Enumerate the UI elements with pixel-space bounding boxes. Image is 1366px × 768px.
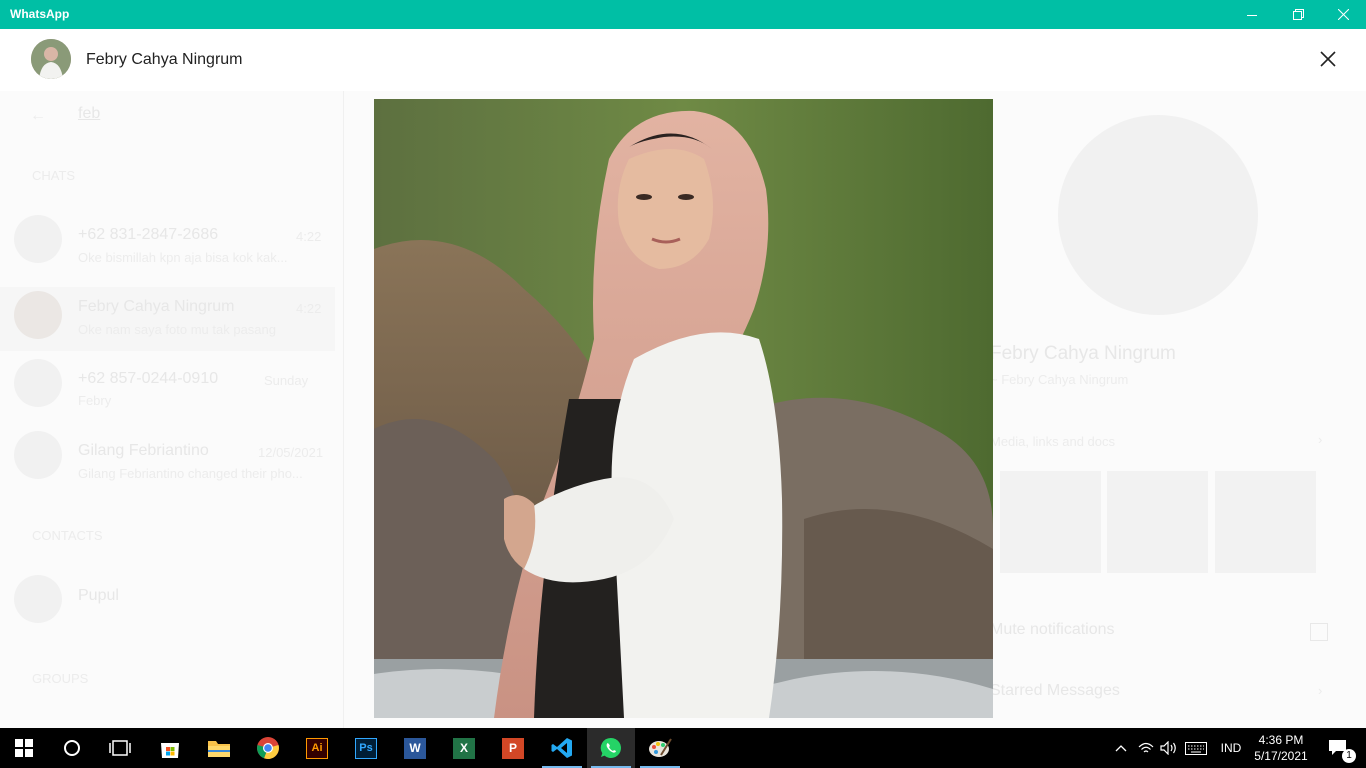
taskbar-photoshop[interactable]: Ps [342,728,390,768]
chat-preview: Gilang Febriantino changed their pho... [78,466,303,481]
chevron-right-icon: › [1318,683,1323,698]
chats-section-label: CHATS [32,168,76,183]
taskbar-excel[interactable]: X [440,728,488,768]
profile-subtitle: ~ Febry Cahya Ningrum [990,372,1129,387]
taskbar-illustrator[interactable]: Ai [293,728,341,768]
clock-time: 4:36 PM [1258,733,1304,747]
contact-name: Febry Cahya Ningrum [86,51,243,68]
close-icon [1320,51,1336,67]
chevron-up-icon [1115,745,1127,752]
clock[interactable]: 4:36 PM 5/17/2021 [1252,732,1310,764]
taskbar-whatsapp[interactable] [587,728,635,768]
task-view-button[interactable] [96,728,144,768]
taskbar-word[interactable]: W [391,728,439,768]
window-titlebar: WhatsApp [0,0,1366,29]
chat-name: +62 831-2847-2686 [78,226,219,243]
chat-time: 4:22 [296,301,322,316]
contact-name: Pupul [78,587,119,604]
folder-icon [208,741,230,757]
taskbar-powerpoint[interactable]: P [489,728,537,768]
chat-preview: Oke bismillah kpn aja bisa kok kak... [78,250,288,265]
chevron-right-icon: › [1318,432,1323,447]
network-button[interactable] [1134,728,1158,768]
media-viewer-header: Febry Cahya Ningrum [0,29,1366,91]
taskbar-chrome[interactable] [244,728,292,768]
powerpoint-icon: P [502,737,524,759]
volume-button[interactable] [1158,728,1180,768]
word-icon: W [404,737,426,759]
chat-name: +62 857-0244-0910 [78,370,219,387]
windows-start-icon [15,739,33,757]
chat-preview: Oke nam saya foto mu tak pasang [78,322,276,337]
profile-photo-image [374,99,993,718]
profile-name: Febry Cahya Ningrum [990,343,1176,364]
paint-icon [649,738,672,757]
touch-keyboard-button[interactable] [1182,728,1210,768]
wifi-icon [1138,742,1154,753]
contacts-section-label: CONTACTS [32,528,103,543]
clock-date: 5/17/2021 [1254,749,1308,763]
chat-time: Sunday [264,373,309,388]
groups-section-label: GROUPS [32,671,89,686]
close-icon [1337,9,1349,20]
windows-taskbar: Ai Ps W X P IND 4:36 PM 5/17/2021 1 [0,728,1366,768]
starred-messages-label[interactable]: Starred Messages [990,682,1120,700]
avatar-image [31,39,71,79]
search-button[interactable] [48,728,96,768]
contact-avatar [14,575,62,623]
window-title: WhatsApp [10,7,70,21]
taskbar-store[interactable] [146,728,194,768]
notification-badge: 1 [1342,749,1356,763]
keyboard-icon [1185,741,1207,755]
taskbar-paint[interactable] [636,728,684,768]
search-input[interactable]: feb [78,105,100,123]
contact-avatar[interactable] [31,39,71,79]
chat-avatar [14,431,62,479]
chat-time: 4:22 [296,229,322,244]
chat-preview: Febry [78,393,112,408]
chat-name: Gilang Febriantino [78,442,209,459]
volume-icon [1160,741,1176,755]
minimize-icon [1247,14,1257,16]
chrome-icon [257,737,279,760]
media-thumbnail[interactable] [1215,471,1316,573]
mute-notifications-label: Mute notifications [990,621,1115,638]
task-view-icon [109,740,131,756]
tray-overflow-button[interactable] [1110,728,1132,768]
action-center-button[interactable]: 1 [1318,728,1358,768]
whatsapp-icon [600,737,621,758]
vscode-icon [551,738,572,758]
chat-avatar [14,359,62,407]
chat-name: Febry Cahya Ningrum [78,298,235,315]
profile-photo [374,99,993,718]
window-close-button[interactable] [1320,0,1366,29]
close-viewer-button[interactable] [1314,45,1342,73]
media-links-docs-label[interactable]: Media, links and docs [990,434,1115,449]
chat-avatar [14,215,62,263]
profile-picture-large[interactable] [1058,115,1258,315]
back-arrow-icon: ← [30,107,46,124]
chat-avatar [14,291,62,339]
cortana-circle-icon [64,740,80,756]
start-button[interactable] [0,728,48,768]
taskbar-vscode[interactable] [538,728,586,768]
restore-button[interactable] [1275,0,1321,29]
photoshop-icon: Ps [355,737,377,759]
microsoft-store-icon [161,743,179,758]
media-thumbnail[interactable] [1107,471,1208,573]
media-thumbnail[interactable] [1000,471,1101,573]
taskbar-file-explorer[interactable] [195,728,243,768]
excel-icon: X [453,737,475,759]
mute-notifications-checkbox[interactable] [1310,623,1328,641]
chat-time: 12/05/2021 [258,445,324,460]
restore-icon [1292,9,1304,20]
illustrator-icon: Ai [306,737,328,759]
panel-divider [343,91,344,728]
input-language[interactable]: IND [1214,728,1248,768]
minimize-button[interactable] [1229,0,1275,29]
